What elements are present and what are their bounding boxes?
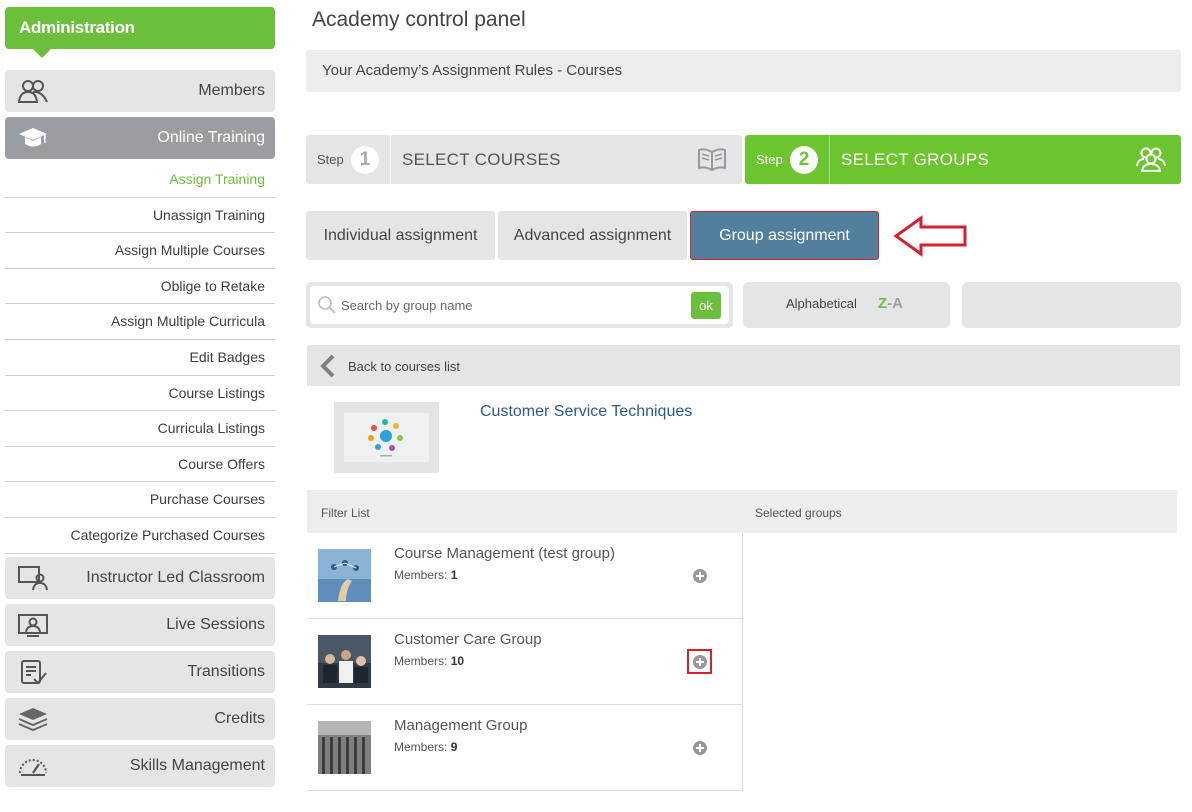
callout-arrow-icon bbox=[893, 215, 967, 257]
transitions-icon bbox=[21, 660, 47, 685]
step-divider bbox=[390, 135, 391, 184]
submenu-item-purchase-courses[interactable]: Purchase Courses bbox=[5, 482, 275, 518]
add-group-plus-icon[interactable] bbox=[693, 741, 707, 755]
members-icon bbox=[17, 80, 48, 103]
sidebar-item-instructor-led-classroom-label: Instructor Led Classroom bbox=[86, 569, 265, 586]
submenu-item-curricula-listings[interactable]: Curricula Listings bbox=[5, 411, 275, 447]
group-search-box: ok bbox=[306, 282, 733, 328]
administration-label: Administration bbox=[19, 18, 135, 37]
sidebar-item-online-training[interactable]: Online Training bbox=[5, 117, 275, 159]
graduation-cap-icon bbox=[19, 128, 47, 147]
submenu-item-assign-training[interactable]: Assign Training bbox=[5, 162, 275, 198]
tab-individual-assignment[interactable]: Individual assignment bbox=[306, 211, 495, 260]
administration-header[interactable]: Administration bbox=[5, 7, 275, 58]
assignment-rules-title: Your Academy’s Assignment Rules - Course… bbox=[322, 62, 623, 79]
step-select-courses[interactable]: Step 1 SELECT COURSES bbox=[306, 135, 742, 184]
submenu-item-edit-badges[interactable]: Edit Badges bbox=[5, 340, 275, 376]
submenu-item-course-listings[interactable]: Course Listings bbox=[5, 376, 275, 412]
step-label: Step bbox=[756, 152, 783, 167]
classroom-icon bbox=[18, 566, 48, 591]
open-book-icon bbox=[698, 148, 726, 172]
group-members: Members: 1 bbox=[394, 568, 458, 582]
sort-toggle[interactable]: Alphabetical Z-A bbox=[743, 282, 950, 328]
group-search-input[interactable] bbox=[341, 294, 681, 316]
selected-groups-header: Selected groups bbox=[755, 506, 842, 520]
submenu-item-oblige-to-retake[interactable]: Oblige to Retake bbox=[5, 269, 275, 305]
sort-direction[interactable]: Z-A bbox=[878, 282, 903, 326]
back-to-courses-bar[interactable]: Back to courses list bbox=[307, 345, 1180, 386]
gauge-icon bbox=[19, 759, 47, 776]
sidebar-item-skills-management-label: Skills Management bbox=[129, 757, 265, 774]
step-divider bbox=[829, 135, 830, 184]
sidebar-item-skills-management[interactable]: Skills Management bbox=[5, 745, 275, 787]
sidebar-item-live-sessions[interactable]: Live Sessions bbox=[5, 604, 275, 646]
page-title: Academy control panel bbox=[312, 8, 526, 31]
group-name: Course Management (test group) bbox=[394, 545, 615, 562]
course-thumbnail bbox=[334, 402, 439, 473]
sidebar-item-credits-label: Credits bbox=[214, 710, 265, 727]
tab-group-assignment[interactable]: Group assignment bbox=[690, 211, 879, 260]
credits-stack-icon bbox=[18, 708, 48, 732]
tab-advanced-assignment[interactable]: Advanced assignment bbox=[498, 211, 687, 260]
sort-label: Alphabetical bbox=[786, 296, 857, 311]
sidebar-item-transitions[interactable]: Transitions bbox=[5, 651, 275, 693]
search-ok-button[interactable]: ok bbox=[691, 292, 721, 319]
group-thumbnail bbox=[318, 549, 371, 602]
group-thumbnail bbox=[318, 721, 371, 774]
step-number: 2 bbox=[790, 146, 818, 174]
group-row: Course Management (test group) Members: … bbox=[307, 533, 743, 619]
group-search-inner: ok bbox=[310, 286, 729, 324]
groups-icon bbox=[1136, 147, 1166, 172]
sidebar-item-credits[interactable]: Credits bbox=[5, 698, 275, 740]
group-filter-list: Course Management (test group) Members: … bbox=[307, 533, 743, 791]
sidebar-item-live-sessions-label: Live Sessions bbox=[166, 616, 265, 633]
submenu-item-categorize-purchased-courses[interactable]: Categorize Purchased Courses bbox=[5, 518, 275, 554]
sidebar-item-members-label: Members bbox=[198, 82, 265, 99]
filter-list-header: Filter List bbox=[321, 506, 370, 520]
group-members: Members: 10 bbox=[394, 654, 465, 668]
live-session-icon bbox=[18, 614, 48, 637]
step-title: SELECT COURSES bbox=[402, 150, 561, 169]
app-root: Administration Members Online Training A… bbox=[0, 0, 1192, 812]
course-thumbnail-image bbox=[344, 413, 429, 462]
chevron-left-icon bbox=[320, 354, 335, 378]
step-select-groups[interactable]: Step 2 SELECT GROUPS bbox=[745, 135, 1181, 184]
filter-box-empty bbox=[962, 282, 1181, 328]
sidebar: Administration Members Online Training A… bbox=[5, 7, 275, 787]
group-thumbnail bbox=[318, 635, 371, 688]
submenu-item-assign-multiple-curricula[interactable]: Assign Multiple Curricula bbox=[5, 304, 275, 340]
course-title-link[interactable]: Customer Service Techniques bbox=[480, 403, 692, 421]
step-label: Step bbox=[317, 152, 344, 167]
sidebar-item-members[interactable]: Members bbox=[5, 70, 275, 112]
online-training-submenu: Assign Training Unassign Training Assign… bbox=[5, 162, 275, 554]
back-to-courses-label: Back to courses list bbox=[348, 359, 460, 374]
selected-groups-panel bbox=[744, 533, 1177, 791]
header-notch bbox=[33, 49, 51, 58]
search-icon bbox=[318, 296, 336, 314]
add-group-plus-icon[interactable] bbox=[693, 569, 707, 583]
submenu-item-course-offers[interactable]: Course Offers bbox=[5, 447, 275, 483]
group-row: Customer Care Group Members: 10 bbox=[307, 619, 743, 705]
group-row: Management Group Members: 9 bbox=[307, 705, 743, 791]
submenu-item-unassign-training[interactable]: Unassign Training bbox=[5, 198, 275, 234]
assignment-rules-bar: Your Academy’s Assignment Rules - Course… bbox=[306, 50, 1181, 92]
sidebar-item-transitions-label: Transitions bbox=[187, 663, 265, 680]
group-name: Customer Care Group bbox=[394, 631, 542, 648]
submenu-item-assign-multiple-courses[interactable]: Assign Multiple Courses bbox=[5, 233, 275, 269]
highlight-box bbox=[687, 649, 712, 674]
sidebar-item-online-training-label: Online Training bbox=[157, 129, 265, 146]
list-header: Filter List Selected groups bbox=[307, 490, 1177, 533]
group-name: Management Group bbox=[394, 717, 528, 734]
step-number: 1 bbox=[351, 146, 379, 174]
sidebar-item-instructor-led-classroom[interactable]: Instructor Led Classroom bbox=[5, 557, 275, 599]
group-members: Members: 9 bbox=[394, 740, 458, 754]
step-title: SELECT GROUPS bbox=[841, 150, 990, 169]
